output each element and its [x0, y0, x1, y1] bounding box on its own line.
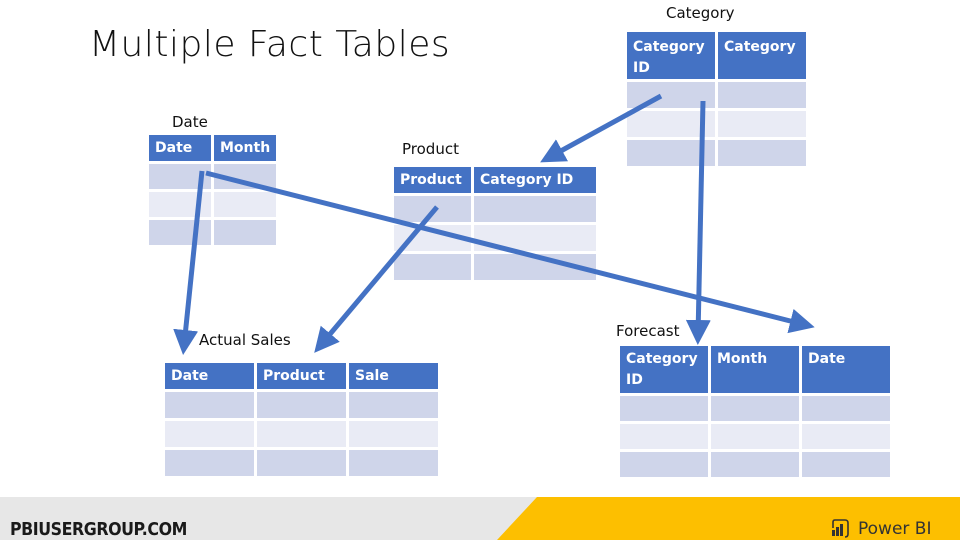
category-cell: [718, 82, 806, 108]
date-table-label: Date: [172, 113, 208, 131]
actual-sales-cell: [257, 392, 346, 418]
actual-sales-cell: [349, 392, 438, 418]
actual-sales-cell: [349, 421, 438, 447]
date-cell: [149, 164, 211, 189]
forecast-header-date: Date: [802, 346, 890, 393]
category-cell: [718, 140, 806, 166]
product-cell: [394, 254, 471, 280]
forecast-table-label: Forecast: [616, 322, 680, 340]
actual-sales-header-product: Product: [257, 363, 346, 389]
category-cell: [718, 111, 806, 137]
product-table: Product Category ID: [391, 164, 599, 283]
forecast-header-category-id: Category ID: [620, 346, 708, 393]
footer-brand-text: Power BI: [858, 519, 932, 539]
product-header-product: Product: [394, 167, 471, 193]
forecast-cell: [802, 452, 890, 477]
date-cell: [149, 192, 211, 217]
category-cell: [627, 111, 715, 137]
actual-sales-header-date: Date: [165, 363, 254, 389]
forecast-cell: [620, 424, 708, 449]
actual-sales-cell: [257, 450, 346, 476]
category-cell: [627, 82, 715, 108]
date-cell: [214, 192, 277, 217]
actual-sales-cell: [165, 450, 254, 476]
forecast-cell: [620, 396, 708, 421]
forecast-cell: [711, 452, 799, 477]
category-header-category: Category: [718, 32, 806, 79]
product-cell: [474, 196, 596, 222]
actual-sales-table-label: Actual Sales: [199, 331, 291, 349]
actual-sales-cell: [257, 421, 346, 447]
product-header-category-id: Category ID: [474, 167, 596, 193]
forecast-table: Category ID Month Date: [617, 343, 893, 480]
date-header-month: Month: [214, 135, 277, 161]
date-header-date: Date: [149, 135, 211, 161]
actual-sales-table: Date Product Sale: [162, 360, 441, 479]
actual-sales-cell: [165, 421, 254, 447]
actual-sales-cell: [349, 450, 438, 476]
actual-sales-header-sale: Sale: [349, 363, 438, 389]
date-cell: [149, 220, 211, 245]
date-cell: [214, 164, 277, 189]
forecast-cell: [802, 424, 890, 449]
forecast-cell: [802, 396, 890, 421]
category-cell: [627, 140, 715, 166]
forecast-cell: [711, 396, 799, 421]
product-cell: [394, 225, 471, 251]
category-table: Category ID Category: [624, 29, 809, 169]
forecast-cell: [620, 452, 708, 477]
forecast-cell: [711, 424, 799, 449]
product-cell: [394, 196, 471, 222]
forecast-header-month: Month: [711, 346, 799, 393]
date-table: Date Month: [146, 132, 279, 248]
footer-brand: Power BI: [830, 518, 931, 540]
product-cell: [474, 225, 596, 251]
date-cell: [214, 220, 277, 245]
product-table-label: Product: [402, 140, 459, 158]
slide-title: Multiple Fact Tables: [89, 24, 451, 65]
actual-sales-cell: [165, 392, 254, 418]
product-cell: [474, 254, 596, 280]
category-header-category-id: Category ID: [627, 32, 715, 79]
footer-site-link[interactable]: PBIUSERGROUP.COM: [10, 519, 187, 540]
category-table-label: Category: [666, 4, 735, 22]
power-bi-icon: [832, 519, 849, 538]
